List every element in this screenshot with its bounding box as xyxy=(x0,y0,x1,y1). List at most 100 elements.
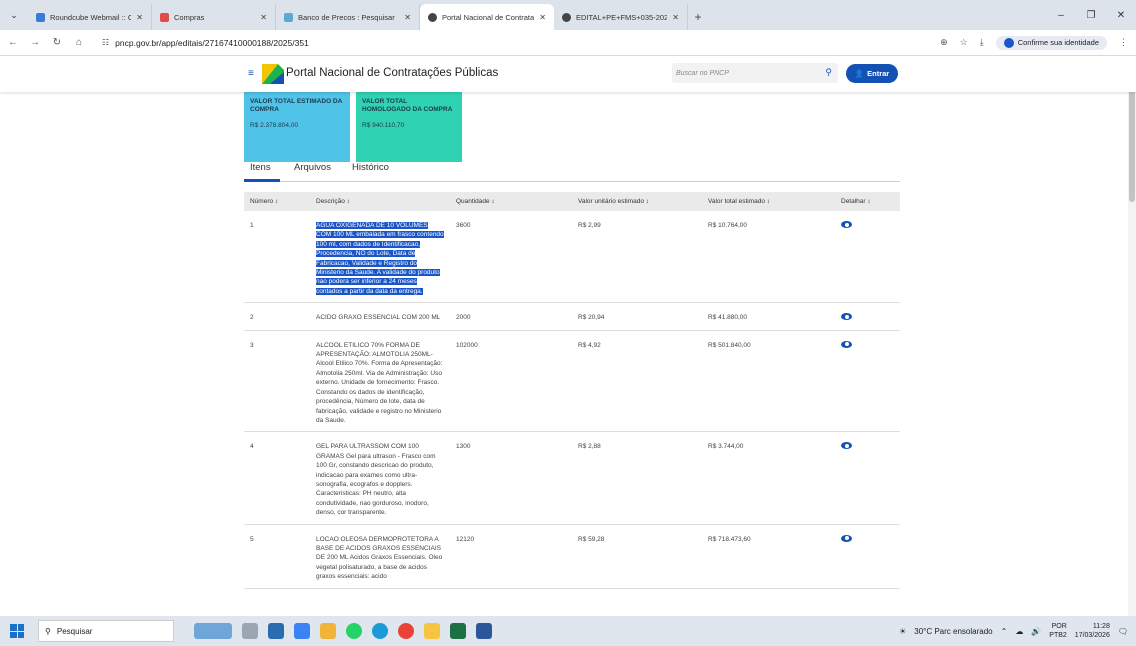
column-header[interactable]: Valor total estimado ↕ xyxy=(702,192,835,211)
cell-unit-value: R$ 2,88 xyxy=(572,431,702,525)
eye-icon[interactable] xyxy=(841,442,852,450)
cell-description: AGUA OXIGENADA DE 10 VOLUMES COM 100 ML … xyxy=(310,211,450,304)
tab-compras[interactable]: Compras ✕ xyxy=(152,4,276,30)
avatar xyxy=(1003,37,1014,48)
drive-app-icon[interactable] xyxy=(320,623,336,639)
column-header[interactable]: Descrição ↕ xyxy=(310,192,450,211)
task-view-icon[interactable] xyxy=(242,623,258,639)
cell-detail xyxy=(835,302,900,331)
url-text: pncp.gov.br/app/editais/27167410000188/2… xyxy=(115,37,309,48)
clock-date: 17/03/2026 xyxy=(1074,632,1110,639)
tab-historico[interactable]: Histórico xyxy=(352,162,389,173)
compras-icon xyxy=(160,12,169,22)
tray-chevron-icon[interactable]: ⌃ xyxy=(1001,627,1008,636)
search-icon: ⚲ xyxy=(45,626,51,636)
column-header[interactable]: Quantidade ↕ xyxy=(450,192,572,211)
close-window-icon[interactable]: ✕ xyxy=(1106,10,1136,21)
table-row: 5 LOCAO OLEOSA DERMOPROTETORA A BASE DE … xyxy=(244,524,900,589)
cell-total-value: R$ 501.840,00 xyxy=(702,330,835,433)
column-header[interactable]: Valor unitário estimado ↕ xyxy=(572,192,702,211)
taskbar-search[interactable]: ⚲ Pesquisar xyxy=(38,620,174,642)
cell-number: 5 xyxy=(244,524,310,589)
tab-itens[interactable]: Itens xyxy=(250,162,271,173)
lang-top: POR xyxy=(1051,623,1067,630)
close-tab-icon[interactable]: ✕ xyxy=(672,13,679,22)
minimize-icon[interactable]: – xyxy=(1046,10,1076,21)
tab-arquivos[interactable]: Arquivos xyxy=(294,162,331,173)
notification-icon[interactable]: 🗨 xyxy=(1118,627,1128,636)
eye-icon[interactable] xyxy=(841,221,852,228)
language-indicator[interactable]: POR PTB2 xyxy=(1049,622,1067,640)
network-icon[interactable]: ☁ xyxy=(1015,627,1023,636)
identity-button[interactable]: Confirme sua identidade xyxy=(995,35,1107,50)
tab-search-chevron-icon[interactable]: ⌄ xyxy=(0,0,28,30)
close-tab-icon[interactable]: ✕ xyxy=(404,13,411,22)
selected-text: AGUA OXIGENADA DE 10 VOLUMES COM 100 ML … xyxy=(316,222,444,295)
table-row: 3 ALCOOL ETILICO 70% FORMA DE APRESENTAÇ… xyxy=(244,330,900,433)
search-icon[interactable]: ⚲ xyxy=(825,67,832,78)
eye-icon[interactable] xyxy=(841,313,852,321)
tab-edital[interactable]: EDITAL+PE+FMS+035-2025+- ✕ xyxy=(554,4,688,30)
table-row: 2 ACIDO GRAXO ESSENCIAL COM 200 ML 2000 … xyxy=(244,302,900,331)
landscape-widget-icon[interactable] xyxy=(194,623,232,639)
site-info-icon[interactable]: ☷ xyxy=(102,38,109,47)
url-field[interactable]: ☷ pncp.gov.br/app/editais/27167410000188… xyxy=(102,38,309,48)
weather-icon: ☀ xyxy=(899,626,907,636)
windows-start-icon[interactable] xyxy=(10,624,24,638)
cell-number: 1 xyxy=(244,211,310,304)
tab-title: Portal Nacional de Contrataçõe xyxy=(442,12,535,22)
close-tab-icon[interactable]: ✕ xyxy=(136,13,143,22)
excel-icon[interactable] xyxy=(450,623,466,639)
eye-icon[interactable] xyxy=(841,340,852,348)
eye-icon[interactable] xyxy=(841,534,852,542)
calendar-app-icon[interactable] xyxy=(268,623,284,639)
cell-total-value: R$ 3.744,00 xyxy=(702,431,835,525)
cell-detail xyxy=(835,431,900,525)
search-input[interactable]: Buscar no PNCP ⚲ xyxy=(672,63,838,83)
close-tab-icon[interactable]: ✕ xyxy=(260,13,267,22)
reload-icon[interactable]: ↻ xyxy=(48,37,66,48)
cell-description: ACIDO GRAXO ESSENCIAL COM 200 ML xyxy=(310,302,450,331)
more-menu-icon[interactable]: ⋮ xyxy=(1119,37,1128,48)
user-icon: 👤 xyxy=(854,69,865,78)
download-icon[interactable]: ⤓ xyxy=(980,37,984,48)
column-header[interactable]: Número ↕ xyxy=(244,192,310,211)
star-icon[interactable]: ☆ xyxy=(960,37,968,48)
close-tab-icon[interactable]: ✕ xyxy=(539,13,546,22)
forward-icon[interactable]: → xyxy=(26,37,44,48)
cell-detail xyxy=(835,211,900,304)
cloud-app-icon[interactable] xyxy=(294,623,310,639)
card-value: R$ 940.110,70 xyxy=(362,122,405,129)
identity-label: Confirme sua identidade xyxy=(1017,38,1099,47)
weather-text[interactable]: 30°C Parc ensolarado xyxy=(914,627,992,636)
home-icon[interactable]: ⌂ xyxy=(70,37,88,48)
word-icon[interactable] xyxy=(476,623,492,639)
menu-icon[interactable]: ≡ xyxy=(248,68,254,79)
explorer-icon[interactable] xyxy=(424,623,440,639)
restore-icon[interactable]: ❐ xyxy=(1076,10,1106,21)
clock-time: 11:28 xyxy=(1092,623,1110,630)
browser-tab-bar: ⌄ Roundcube Webmail :: Caixa de ✕ Compra… xyxy=(0,0,1136,30)
tab-banco-precos[interactable]: Banco de Precos : Pesquisar ✕ xyxy=(276,4,420,30)
cell-number: 4 xyxy=(244,431,310,525)
cell-unit-value: R$ 4,92 xyxy=(572,330,702,433)
back-icon[interactable]: ← xyxy=(4,37,22,48)
cell-number: 3 xyxy=(244,330,310,433)
table-row: 1 AGUA OXIGENADA DE 10 VOLUMES COM 100 M… xyxy=(244,211,900,304)
edge-icon[interactable] xyxy=(372,623,388,639)
clock[interactable]: 11:28 17/03/2026 xyxy=(1075,622,1110,640)
zoom-icon[interactable]: ⊕ xyxy=(940,37,948,48)
column-header[interactable]: Detalhar ↕ xyxy=(835,192,900,211)
new-tab-button[interactable]: + xyxy=(688,4,708,30)
address-bar-actions: ⊕ ☆ ⤓ Confirme sua identidade ⋮ xyxy=(940,35,1136,50)
cell-quantity: 2000 xyxy=(450,302,572,331)
page-scrollbar[interactable] xyxy=(1128,56,1136,616)
login-label: Entrar xyxy=(867,69,890,78)
tab-title: EDITAL+PE+FMS+035-2025+- xyxy=(576,12,668,22)
whatsapp-icon[interactable] xyxy=(346,623,362,639)
volume-icon[interactable]: 🔊 xyxy=(1031,627,1041,636)
tab-pncp[interactable]: Portal Nacional de Contrataçõe ✕ xyxy=(420,4,554,30)
chrome-icon[interactable] xyxy=(398,623,414,639)
login-button[interactable]: 👤 Entrar xyxy=(846,64,898,83)
tab-roundcube[interactable]: Roundcube Webmail :: Caixa de ✕ xyxy=(28,4,152,30)
